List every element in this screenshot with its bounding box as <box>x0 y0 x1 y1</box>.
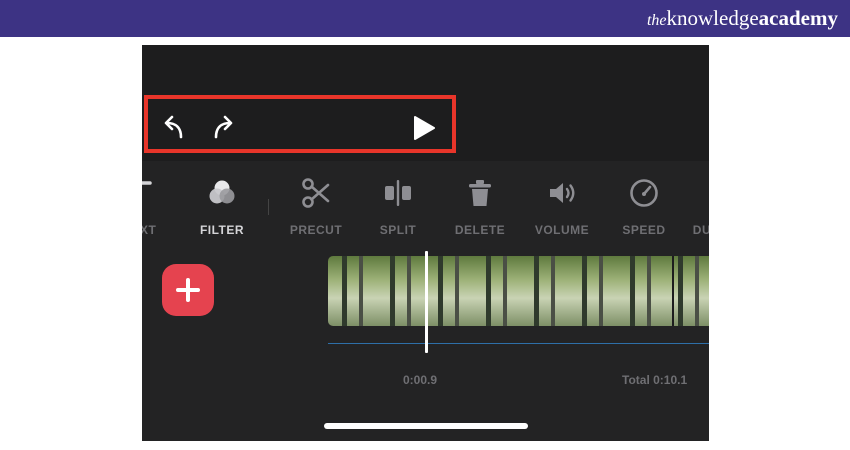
plus-icon <box>176 278 200 302</box>
video-editor-screen: TEXT FILTER PRECUT SPLIT <box>142 45 709 441</box>
tool-label: PRECUT <box>289 223 343 237</box>
tool-split[interactable]: SPLIT <box>358 171 438 241</box>
add-media-button[interactable] <box>162 264 214 316</box>
filter-icon <box>209 180 235 204</box>
playhead[interactable] <box>425 251 428 353</box>
play-icon <box>414 116 435 140</box>
trash-icon <box>469 180 491 206</box>
redo-button[interactable] <box>210 115 240 141</box>
tool-speed[interactable]: SPEED <box>604 171 684 241</box>
audio-track-line <box>328 343 709 344</box>
tool-label: TEXT <box>142 223 157 237</box>
clip-boundary <box>672 256 674 326</box>
current-time: 0:00.9 <box>403 373 438 387</box>
text-icon <box>142 181 152 185</box>
split-icon <box>385 180 411 206</box>
total-duration: Total 0:10.1 <box>622 373 688 387</box>
tool-label: SPLIT <box>379 223 417 237</box>
play-button[interactable] <box>410 114 438 142</box>
tool-volume[interactable]: VOLUME <box>522 171 602 241</box>
tool-filter[interactable]: FILTER <box>182 171 262 241</box>
top-banner: theknowledgeacademy <box>0 0 850 37</box>
tool-duration[interactable]: DURATION <box>686 171 709 241</box>
undo-icon <box>164 115 183 139</box>
tool-label: FILTER <box>199 223 245 237</box>
tool-text[interactable]: TEXT <box>142 171 180 241</box>
toolbar-divider <box>268 199 269 215</box>
scissors-icon <box>302 178 330 208</box>
tool-label: DELETE <box>454 223 506 237</box>
video-clip-track[interactable] <box>328 256 709 326</box>
speedometer-icon <box>630 179 658 207</box>
tool-label: VOLUME <box>534 223 590 237</box>
redo-icon <box>214 115 233 139</box>
brand-logo: theknowledgeacademy <box>646 6 838 30</box>
volume-icon <box>550 183 575 203</box>
tool-precut[interactable]: PRECUT <box>276 171 356 241</box>
tool-label: SPEED <box>622 223 666 237</box>
tool-delete[interactable]: DELETE <box>440 171 520 241</box>
home-indicator[interactable] <box>324 423 528 429</box>
tool-label: DURATION <box>692 223 709 237</box>
undo-button[interactable] <box>159 115 189 141</box>
edit-toolbar: TEXT FILTER PRECUT SPLIT <box>142 171 709 241</box>
